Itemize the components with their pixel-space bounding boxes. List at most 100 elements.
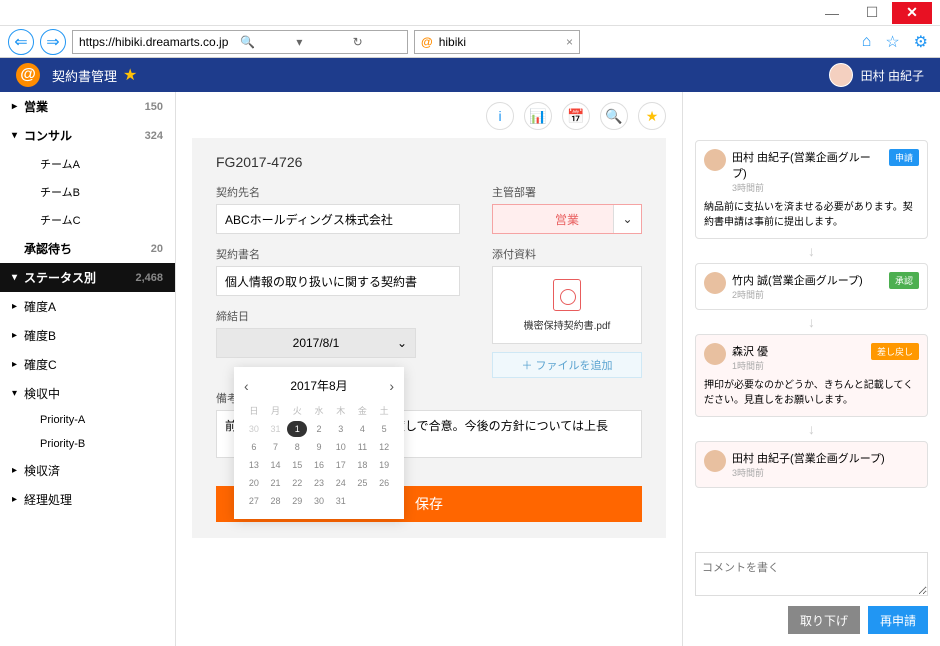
calendar-day[interactable]: 12 xyxy=(374,439,394,455)
attachment-item[interactable]: 機密保持契約書.pdf xyxy=(492,266,642,344)
date-picker[interactable]: 2017/8/1 ⌄ xyxy=(216,328,416,358)
calendar-day[interactable]: 24 xyxy=(331,475,351,491)
calendar-day[interactable]: 11 xyxy=(353,439,373,455)
sidebar-item[interactable]: チームB xyxy=(0,178,175,206)
status-badge: 申請 xyxy=(889,149,919,166)
label-contract-name: 契約書名 xyxy=(216,246,460,262)
calendar-popup: ‹ 2017年8月 › 日月火水木金土303112345678910111213… xyxy=(234,367,404,519)
comment-input[interactable] xyxy=(695,552,928,596)
calendar-day[interactable]: 1 xyxy=(287,421,307,437)
file-name: 機密保持契約書.pdf xyxy=(524,317,611,332)
chart-icon[interactable]: 📊 xyxy=(524,102,552,130)
calendar-day[interactable]: 25 xyxy=(353,475,373,491)
search-icon[interactable]: 🔍 xyxy=(600,102,628,130)
sidebar-item[interactable]: ▸確度C xyxy=(0,350,175,379)
calendar-day[interactable]: 4 xyxy=(353,421,373,437)
home-icon[interactable]: ⌂ xyxy=(862,33,872,51)
user-name: 田村 由紀子 xyxy=(861,67,924,84)
calendar-day[interactable]: 23 xyxy=(309,475,329,491)
label-contract-party: 契約先名 xyxy=(216,184,460,200)
sidebar-item[interactable]: チームA xyxy=(0,150,175,178)
info-icon[interactable]: i xyxy=(486,102,514,130)
timeline-item: 田村 由紀子(営業企画グループ)3時間前 xyxy=(695,441,928,488)
sidebar-item[interactable]: Priority-A xyxy=(0,408,175,432)
calendar-day[interactable]: 29 xyxy=(287,493,307,509)
sidebar-item[interactable]: ▸確度B xyxy=(0,321,175,350)
calendar-day[interactable]: 17 xyxy=(331,457,351,473)
withdraw-button[interactable]: 取り下げ xyxy=(788,606,860,634)
contract-name-input[interactable] xyxy=(216,266,460,296)
calendar-day[interactable]: 26 xyxy=(374,475,394,491)
calendar-day[interactable]: 18 xyxy=(353,457,373,473)
calendar-day[interactable]: 22 xyxy=(287,475,307,491)
settings-icon[interactable]: ⚙ xyxy=(914,32,928,52)
calendar-day[interactable]: 8 xyxy=(287,439,307,455)
calendar-day[interactable]: 27 xyxy=(244,493,264,509)
calendar-day[interactable]: 19 xyxy=(374,457,394,473)
department-select[interactable]: 営業 ⌄ xyxy=(492,204,642,234)
calendar-day[interactable]: 6 xyxy=(244,439,264,455)
pdf-icon xyxy=(553,279,581,311)
app-title: 契約書管理 xyxy=(52,66,117,85)
activity-panel: 田村 由紀子(営業企画グループ)3時間前申請納品前に支払いを済ませる必要がありま… xyxy=(682,92,940,646)
calendar-prev[interactable]: ‹ xyxy=(244,378,249,394)
calendar-day[interactable]: 31 xyxy=(266,421,286,437)
sidebar-item[interactable]: Priority-B xyxy=(0,432,175,456)
dropdown-icon[interactable]: ▾ xyxy=(296,35,344,49)
calendar-icon[interactable]: 📅 xyxy=(562,102,590,130)
close-button[interactable]: ✕ xyxy=(892,2,932,24)
calendar-day[interactable]: 28 xyxy=(266,493,286,509)
calendar-day[interactable]: 30 xyxy=(244,421,264,437)
avatar xyxy=(704,272,726,294)
avatar xyxy=(704,450,726,472)
search-icon[interactable]: 🔍 xyxy=(240,35,288,49)
calendar-day[interactable]: 14 xyxy=(266,457,286,473)
calendar-day[interactable]: 31 xyxy=(331,493,351,509)
calendar-day[interactable]: 13 xyxy=(244,457,264,473)
bookmark-icon[interactable]: ★ xyxy=(638,102,666,130)
calendar-day[interactable]: 3 xyxy=(331,421,351,437)
sidebar: ▸営業150▾コンサル324チームAチームBチームC承認待ち20▾ステータス別2… xyxy=(0,92,176,646)
sidebar-item[interactable]: ▾ステータス別2,468 xyxy=(0,263,175,292)
sidebar-item[interactable]: チームC xyxy=(0,206,175,234)
sidebar-item[interactable]: ▸営業150 xyxy=(0,92,175,121)
refresh-icon[interactable]: ↻ xyxy=(353,35,401,49)
back-button[interactable]: ⇐ xyxy=(8,29,34,55)
calendar-day[interactable]: 7 xyxy=(266,439,286,455)
maximize-button[interactable]: ☐ xyxy=(852,2,892,24)
calendar-day[interactable]: 9 xyxy=(309,439,329,455)
calendar-day[interactable]: 10 xyxy=(331,439,351,455)
sidebar-item[interactable]: ▸検収済 xyxy=(0,456,175,485)
contract-party-input[interactable] xyxy=(216,204,460,234)
resubmit-button[interactable]: 再申請 xyxy=(868,606,928,634)
sidebar-item[interactable]: ▸経理処理 xyxy=(0,485,175,514)
calendar-next[interactable]: › xyxy=(389,378,394,394)
star-icon[interactable]: ★ xyxy=(123,65,137,85)
flow-arrow-icon: ↓ xyxy=(695,421,928,437)
calendar-day[interactable]: 2 xyxy=(309,421,329,437)
record-id: FG2017-4726 xyxy=(216,154,642,170)
user-avatar[interactable] xyxy=(829,63,853,87)
url-bar[interactable]: https://hibiki.dreamarts.co.jp 🔍 ▾ ↻ xyxy=(72,30,408,54)
forward-button[interactable]: ⇒ xyxy=(40,29,66,55)
app-logo[interactable]: @ xyxy=(16,63,40,87)
avatar xyxy=(704,149,726,171)
calendar-day[interactable]: 5 xyxy=(374,421,394,437)
tab-close-icon[interactable]: × xyxy=(566,35,573,49)
sidebar-item[interactable]: ▾コンサル324 xyxy=(0,121,175,150)
sidebar-item[interactable]: ▾検収中 xyxy=(0,379,175,408)
add-file-button[interactable]: ＋ ファイルを追加 xyxy=(492,352,642,378)
favorite-icon[interactable]: ☆ xyxy=(885,32,899,52)
flow-arrow-icon: ↓ xyxy=(695,314,928,330)
minimize-button[interactable]: — xyxy=(812,2,852,24)
timeline-item: 森沢 優1時間前差し戻し押印が必要なのかどうか、きちんと記載してください。見直し… xyxy=(695,334,928,417)
status-badge: 差し戻し xyxy=(871,343,919,360)
browser-tab[interactable]: @ hibiki × xyxy=(414,30,580,54)
calendar-day[interactable]: 30 xyxy=(309,493,329,509)
calendar-day[interactable]: 15 xyxy=(287,457,307,473)
calendar-day[interactable]: 16 xyxy=(309,457,329,473)
calendar-day[interactable]: 20 xyxy=(244,475,264,491)
calendar-day[interactable]: 21 xyxy=(266,475,286,491)
sidebar-item[interactable]: 承認待ち20 xyxy=(0,234,175,263)
sidebar-item[interactable]: ▸確度A xyxy=(0,292,175,321)
